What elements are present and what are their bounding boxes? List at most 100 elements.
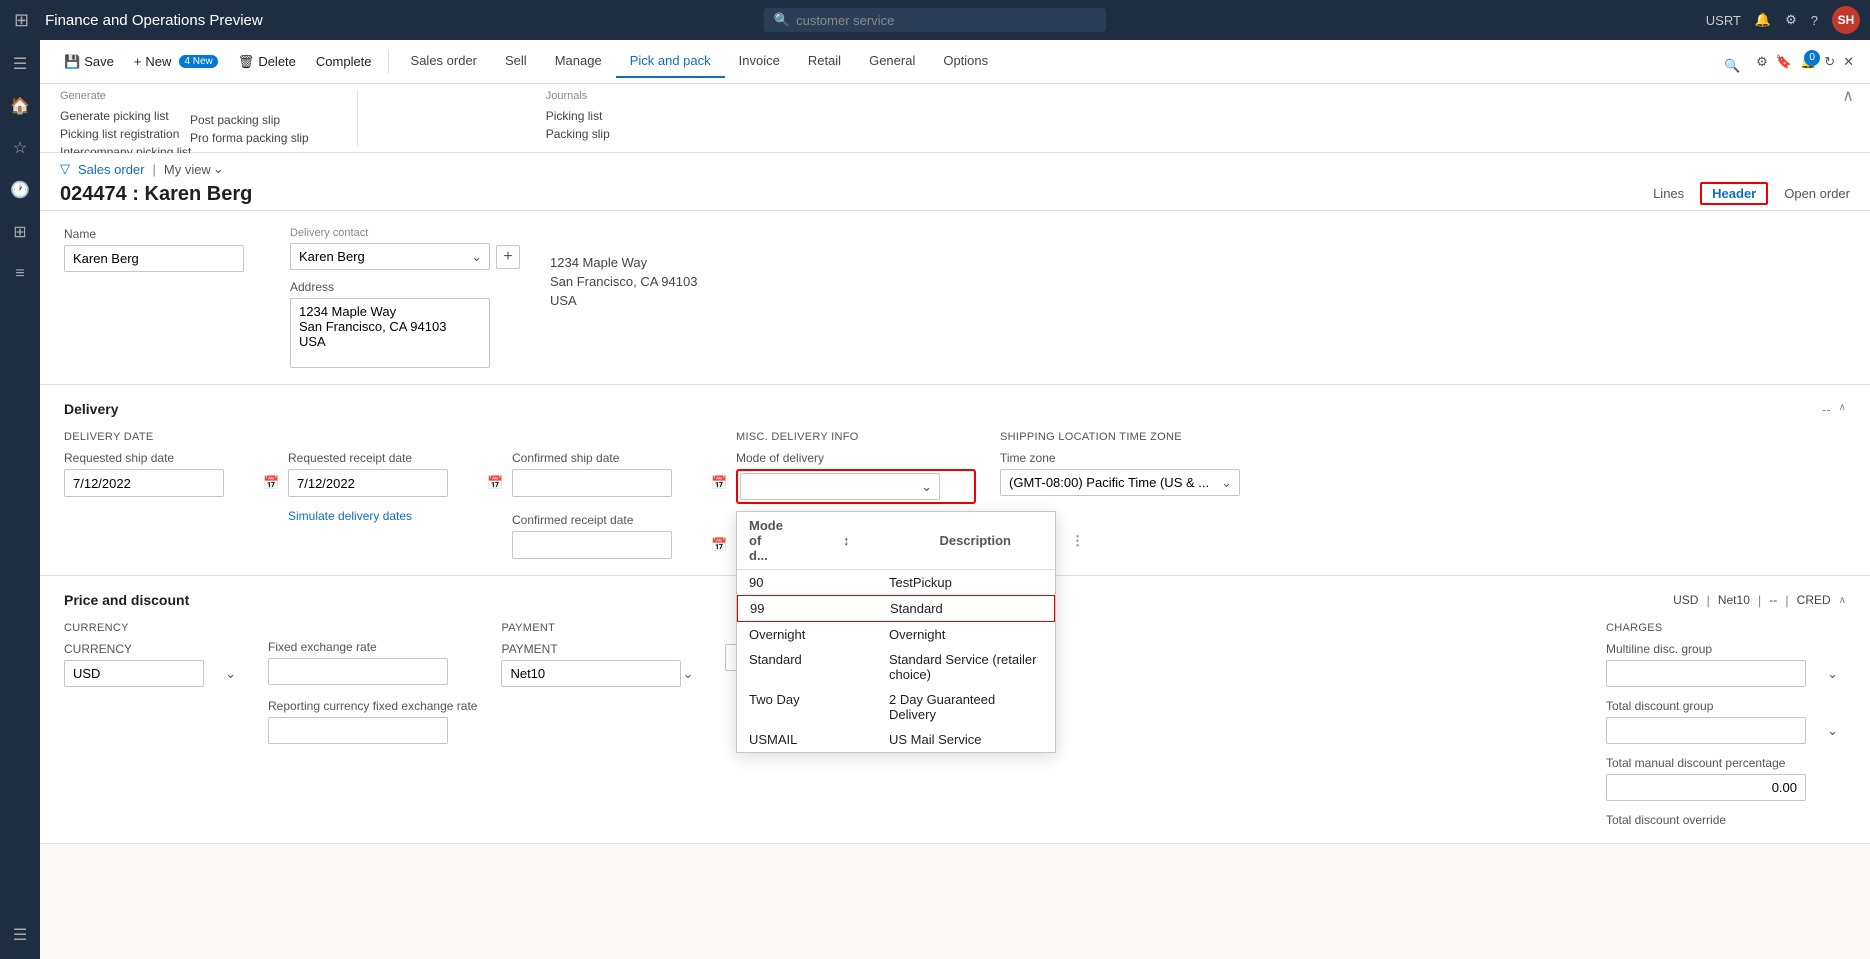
requested-receipt-date-field: Requested receipt date 📅 xyxy=(288,451,488,497)
breadcrumb-link[interactable]: Sales order xyxy=(78,162,144,177)
total-manual-discount-input[interactable] xyxy=(1606,774,1806,801)
filter-icon[interactable]: ⚙ xyxy=(1756,54,1768,70)
multiline-disc-group-select[interactable] xyxy=(1606,660,1806,687)
lines-button[interactable]: Lines xyxy=(1653,186,1684,201)
requested-receipt-date-input[interactable] xyxy=(289,471,481,496)
ribbon-link-post-packing-slip[interactable]: Post packing slip xyxy=(190,112,309,128)
grid-icon[interactable]: ⊞ xyxy=(10,6,33,35)
dropdown-code-0: 90 xyxy=(749,575,829,590)
calendar-icon-confirmed-ship[interactable]: 📅 xyxy=(705,470,733,496)
bookmark-icon[interactable]: 🔖 xyxy=(1776,54,1792,70)
delete-button[interactable]: 🗑 Delete xyxy=(230,50,304,74)
bell-icon-wrapper[interactable]: 🔔 xyxy=(1755,12,1771,28)
calendar-icon-receipt[interactable]: 📅 xyxy=(481,470,509,496)
name-input[interactable] xyxy=(64,245,244,272)
address-line3: USA xyxy=(550,293,697,308)
ribbon-link-picking-list[interactable]: Picking list xyxy=(546,108,610,124)
dropdown-desc-2: Overnight xyxy=(889,627,945,642)
dropdown-row-2[interactable]: Overnight Overnight xyxy=(737,622,1055,647)
delivery-collapse-arrow[interactable]: ∧ xyxy=(1839,402,1846,417)
dropdown-row-0[interactable]: 90 TestPickup xyxy=(737,570,1055,595)
tab-invoice[interactable]: Invoice xyxy=(725,45,794,78)
fixed-exchange-rate-input[interactable] xyxy=(268,658,448,685)
requested-ship-date-input[interactable] xyxy=(65,471,257,496)
confirmed-receipt-date-input[interactable] xyxy=(513,533,705,558)
currency-field: CURRENCY USD xyxy=(64,642,244,687)
tab-general[interactable]: General xyxy=(855,45,929,78)
sidebar-item-workspaces[interactable]: ⊞ xyxy=(4,216,36,248)
ribbon-container: Generate Generate picking list Picking l… xyxy=(40,84,1870,153)
currency-select[interactable]: USD xyxy=(64,660,204,687)
page-content: ▽ Sales order | My view ⌄ 024474 : Karen… xyxy=(40,153,1870,959)
page-title-row: 024474 : Karen Berg Lines Header Open or… xyxy=(60,181,1850,206)
filter-funnel-icon[interactable]: ▽ xyxy=(60,161,70,177)
global-search: 🔍 xyxy=(764,8,1106,32)
multiline-disc-group-field: Multiline disc. group xyxy=(1606,642,1846,687)
dropdown-row-3[interactable]: Standard Standard Service (retailer choi… xyxy=(737,647,1055,687)
notification-icon-wrapper[interactable]: 🔔 0 xyxy=(1800,54,1816,70)
dropdown-header: Mode of d... ↕ Description ⋮ xyxy=(737,512,1055,570)
sidebar-item-modules[interactable]: ≡ xyxy=(4,258,36,290)
payment-select-wrapper: Net10 xyxy=(501,660,701,687)
delivery-section-title: Delivery xyxy=(64,401,118,417)
sidebar-item-home[interactable]: 🏠 xyxy=(4,90,36,122)
currency-select-wrapper: USD xyxy=(64,660,244,687)
header-button[interactable]: Header xyxy=(1700,182,1768,205)
mode-of-delivery-label: Mode of delivery xyxy=(736,451,976,465)
sidebar-item-collapse[interactable]: ☰ xyxy=(4,919,36,951)
total-manual-discount-field: Total manual discount percentage xyxy=(1606,756,1846,801)
close-icon[interactable]: ✕ xyxy=(1843,54,1854,70)
dropdown-row-1[interactable]: 99 Standard xyxy=(737,595,1055,622)
requested-ship-date-label: Requested ship date xyxy=(64,451,264,465)
confirmed-ship-date-input[interactable] xyxy=(513,471,705,496)
customer-select[interactable]: Karen Berg xyxy=(290,243,490,270)
gear-icon[interactable]: ⚙ xyxy=(1785,12,1797,28)
tab-sell[interactable]: Sell xyxy=(491,45,541,78)
tab-pick-and-pack[interactable]: Pick and pack xyxy=(616,45,725,78)
open-order-button[interactable]: Open order xyxy=(1784,186,1850,201)
dropdown-row-5[interactable]: USMAIL US Mail Service xyxy=(737,727,1055,752)
calendar-icon-confirmed-receipt[interactable]: 📅 xyxy=(705,532,733,558)
tab-retail[interactable]: Retail xyxy=(794,45,855,78)
address-display: 1234 Maple Way San Francisco, CA 94103 U… xyxy=(550,255,697,308)
add-customer-button[interactable]: + xyxy=(496,245,520,269)
time-zone-label: Time zone xyxy=(1000,451,1240,465)
ribbon-collapse-icon[interactable]: ∧ xyxy=(1842,86,1854,106)
ribbon-link-pro-forma-packing-slip[interactable]: Pro forma packing slip xyxy=(190,130,309,146)
help-icon[interactable]: ? xyxy=(1811,13,1818,28)
fixed-exchange-rate-field: Fixed exchange rate xyxy=(268,640,477,685)
mode-of-delivery-select[interactable]: TestPickup Standard Overnight Standard S… xyxy=(740,473,940,500)
payment-field-label: PAYMENT xyxy=(501,642,701,656)
tab-manage[interactable]: Manage xyxy=(541,45,616,78)
calendar-icon-ship[interactable]: 📅 xyxy=(257,470,285,496)
ribbon-separator xyxy=(357,90,358,146)
ribbon-link-packing-slip[interactable]: Packing slip xyxy=(546,126,610,142)
total-discount-group-select[interactable] xyxy=(1606,717,1806,744)
user-avatar[interactable]: SH xyxy=(1832,6,1860,34)
sidebar-item-menu[interactable]: ☰ xyxy=(4,48,36,80)
fixed-exchange-rate-label: Fixed exchange rate xyxy=(268,640,477,654)
dropdown-more-icon[interactable]: ⋮ xyxy=(1071,533,1084,549)
refresh-icon[interactable]: ↻ xyxy=(1824,54,1835,70)
new-button[interactable]: + New 4 New xyxy=(126,50,226,73)
misc-delivery-info-label: MISC. DELIVERY INFO xyxy=(736,431,976,443)
address-textarea[interactable] xyxy=(290,298,490,368)
time-zone-select[interactable]: (GMT-08:00) Pacific Time (US & ... xyxy=(1000,469,1240,496)
price-collapse-arrow[interactable]: ∧ xyxy=(1839,595,1846,606)
sidebar-item-favorites[interactable]: ☆ xyxy=(4,132,36,164)
delivery-dash: -- xyxy=(1822,402,1831,417)
payment-select[interactable]: Net10 xyxy=(501,660,681,687)
search-input[interactable] xyxy=(796,13,1096,28)
dropdown-row-4[interactable]: Two Day 2 Day Guaranteed Delivery xyxy=(737,687,1055,727)
complete-button[interactable]: Complete xyxy=(308,50,380,73)
save-button[interactable]: 💾 Save xyxy=(56,50,122,74)
tab-search-icon[interactable]: 🔍 xyxy=(1720,54,1744,78)
sidebar-item-recent[interactable]: 🕐 xyxy=(4,174,36,206)
price-section-title: Price and discount xyxy=(64,592,189,608)
tab-options[interactable]: Options xyxy=(929,45,1002,78)
reporting-currency-input[interactable] xyxy=(268,717,448,744)
my-view-selector[interactable]: My view ⌄ xyxy=(164,161,224,177)
delivery-section-controls: -- ∧ xyxy=(1822,402,1846,417)
tab-sales-order[interactable]: Sales order xyxy=(397,45,491,78)
simulate-delivery-dates-link[interactable]: Simulate delivery dates xyxy=(288,509,488,523)
